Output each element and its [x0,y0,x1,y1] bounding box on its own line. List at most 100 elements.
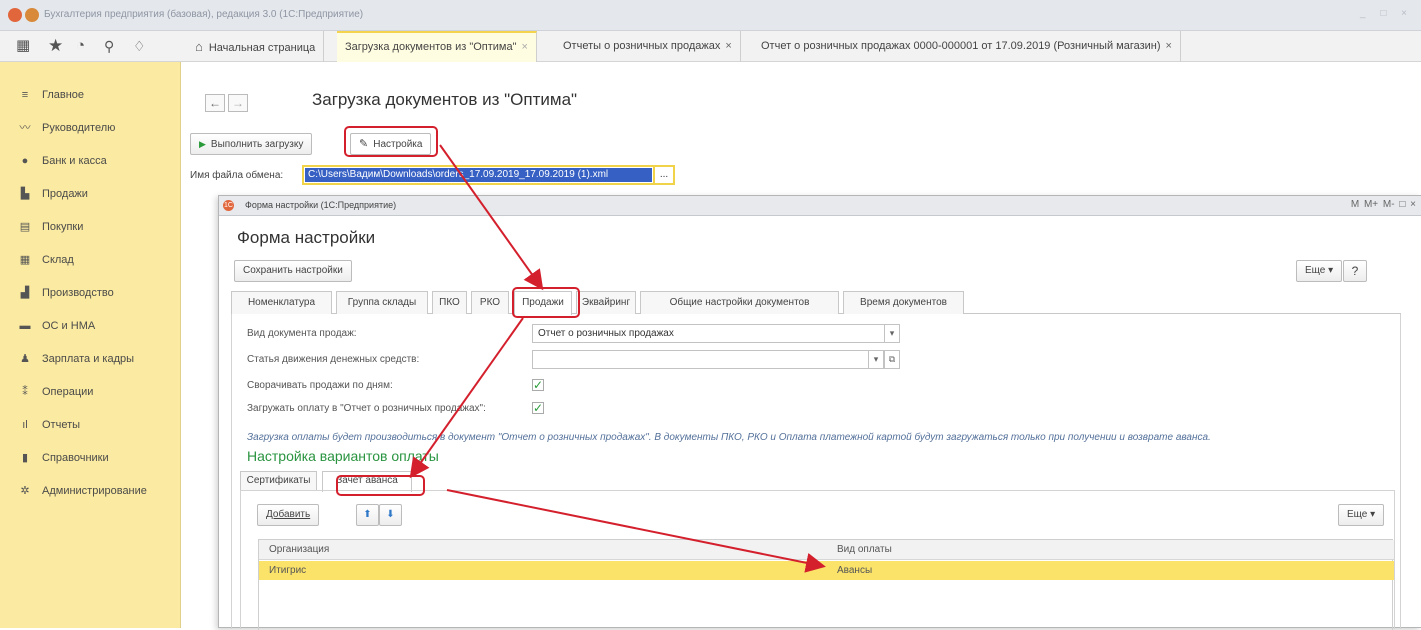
sidebar-item-label: Операции [42,386,94,398]
top-toolbar: ▦ ★ ◔ ⚲ ♢ ⌂ Начальная страница Загрузка д… [0,31,1421,62]
gear-icon: ✲ [20,485,30,497]
warehouse-icon: ▦ [19,254,31,266]
sub-more-button[interactable]: Еще ▾ [1338,504,1385,526]
search-icon[interactable]: ⚲ [104,36,114,56]
tab-home[interactable]: ⌂ Начальная страница [187,31,325,62]
open-link-icon[interactable]: ⧉ [884,350,900,369]
tab-acquiring[interactable]: Эквайринг [576,291,636,314]
collapse-by-day-checkbox[interactable]: ✓ [532,379,544,391]
tab-certificates[interactable]: Сертификаты [240,471,317,491]
sidebar-item-label: Справочники [42,452,109,464]
payment-variants-section-title: Настройка вариантов оплаты [247,448,439,464]
app-logo-icon: 1С [223,200,234,211]
doc-type-label: Вид документа продаж: [247,328,357,339]
file-browse-button[interactable]: ... [655,165,675,185]
chart-line-icon: 〰 [19,122,31,134]
sidebar-item-assets[interactable]: ▬ ОС и НМА [18,315,96,337]
dialog-title-bar: 1С Форма настройки (1С:Предприятие) M M+… [219,196,1421,216]
cashflow-input[interactable] [532,350,869,369]
sidebar-item-main[interactable]: ≡ Главное [18,84,84,106]
tab-optima-import[interactable]: Загрузка документов из "Оптима" × [337,31,537,62]
star-icon[interactable]: ★ [48,36,63,56]
tab-pko[interactable]: ПКО [432,291,467,314]
cell-payment-type: Авансы [837,565,873,576]
run-load-button[interactable]: ▶ Выполнить загрузку [190,133,313,155]
load-payment-label: Загружать оплату в "Отчет о розничных пр… [247,403,486,414]
more-button[interactable]: Еще ▾ [1296,260,1343,282]
sidebar-item-payroll[interactable]: ♟ Зарплата и кадры [18,348,134,370]
bar-chart-icon: ıl [22,419,28,431]
close-icon[interactable]: × [1166,40,1172,52]
close-icon[interactable]: × [522,41,528,53]
advance-offset-table: Организация Вид оплаты Итигрис Авансы [258,539,1394,630]
sidebar-item-production[interactable]: ▟ Производство [18,282,114,304]
sidebar-item-label: Администрирование [42,485,147,497]
dialog-window-title: Форма настройки (1С:Предприятие) [245,200,397,210]
sidebar-item-warehouse[interactable]: ▦ Склад [18,249,74,271]
sales-tab-panel: Вид документа продаж: Отчет о розничных … [231,314,1401,630]
history-icon[interactable]: ◔ [76,36,85,56]
window-controls[interactable]: _ □ × [1360,8,1413,19]
sidebar-item-label: Отчеты [42,419,81,431]
tab-document-time[interactable]: Время документов [843,291,964,314]
tab-retail-report-doc-label: Отчет о розничных продажах 0000-000001 о… [761,40,1161,52]
home-icon: ⌂ [195,39,203,54]
app-logo-icon[interactable] [8,8,22,22]
page-title: Загрузка документов из "Оптима" [312,90,578,109]
tab-retail-reports[interactable]: Отчеты о розничных продажах × [555,31,741,62]
sidebar-item-catalogs[interactable]: ▮ Справочники [18,447,109,469]
sidebar-item-sales[interactable]: ▙ Продажи [18,183,88,205]
tab-retail-report-doc[interactable]: Отчет о розничных продажах 0000-000001 о… [753,31,1181,62]
bell-icon[interactable]: ♢ [133,36,146,56]
sidebar-item-label: Продажи [42,188,88,200]
file-name-input[interactable]: C:\Users\Вадим\Downloads\orders_17.09.20… [302,165,655,185]
tab-rko[interactable]: РКО [471,291,509,314]
tab-nomenclature[interactable]: Номенклатура [231,291,332,314]
play-icon: ▶ [199,139,206,149]
doc-type-select[interactable]: Отчет о розничных продажах [532,324,885,343]
move-down-icon[interactable]: ⬇ [379,504,402,526]
sales-icon: ▙ [20,188,30,200]
cell-organization: Итигрис [269,565,307,576]
app-window: Бухгалтерия предприятия (базовая), редак… [0,0,1421,630]
truck-icon: ▬ [19,320,31,332]
add-button[interactable]: Добавить [257,504,320,526]
sidebar-item-label: Банк и касса [42,155,107,167]
tab-optima-label: Загрузка документов из "Оптима" [345,41,517,53]
load-payment-checkbox[interactable]: ✓ [532,402,544,414]
save-settings-button[interactable]: Сохранить настройки [234,260,352,282]
back-button[interactable]: ← [205,94,225,112]
sidebar-item-operations[interactable]: ⁑ Операции [18,381,93,403]
tab-general-doc-settings[interactable]: Общие настройки документов [640,291,839,314]
table-row[interactable]: Итигрис Авансы [259,561,1394,580]
sidebar-item-purchases[interactable]: ▤ Покупки [18,216,84,238]
dialog-window-controls[interactable]: M M+ M- □ × [1351,199,1416,210]
sidebar-item-director[interactable]: 〰 Руководителю [18,117,116,139]
close-icon[interactable]: × [725,40,731,52]
sidebar-item-reports[interactable]: ıl Отчеты [18,414,80,436]
column-header-payment-type: Вид оплаты [837,544,892,555]
settings-dialog: 1С Форма настройки (1С:Предприятие) M M+… [218,195,1421,630]
cart-icon: ▤ [19,221,31,233]
dialog-heading: Форма настройки [237,228,376,247]
run-load-label: Выполнить загрузку [210,139,304,150]
sidebar-item-label: Руководителю [42,122,116,134]
factory-icon: ▟ [20,287,30,299]
dropdown-arrow-icon[interactable]: ▾ [884,324,900,343]
forward-button[interactable]: → [228,94,248,112]
table-header: Организация Вид оплаты [259,540,1394,560]
sidebar-item-admin[interactable]: ✲ Администрирование [18,480,147,502]
main-menu-icon[interactable] [25,8,39,22]
column-header-organization: Организация [269,544,330,555]
operations-icon: ⁑ [22,386,28,398]
file-name-label: Имя файла обмена: [190,170,284,181]
apps-grid-icon[interactable]: ▦ [16,36,30,56]
window-title: Бухгалтерия предприятия (базовая), редак… [44,9,364,20]
dropdown-arrow-icon[interactable]: ▾ [868,350,884,369]
tab-warehouse-groups[interactable]: Группа склады [336,291,428,314]
sidebar-item-bank[interactable]: ● Банк и касса [18,150,107,172]
help-button[interactable]: ? [1343,260,1367,282]
person-icon: ♟ [20,353,30,365]
sidebar-item-label: Покупки [42,221,84,233]
move-up-icon[interactable]: ⬆ [356,504,379,526]
